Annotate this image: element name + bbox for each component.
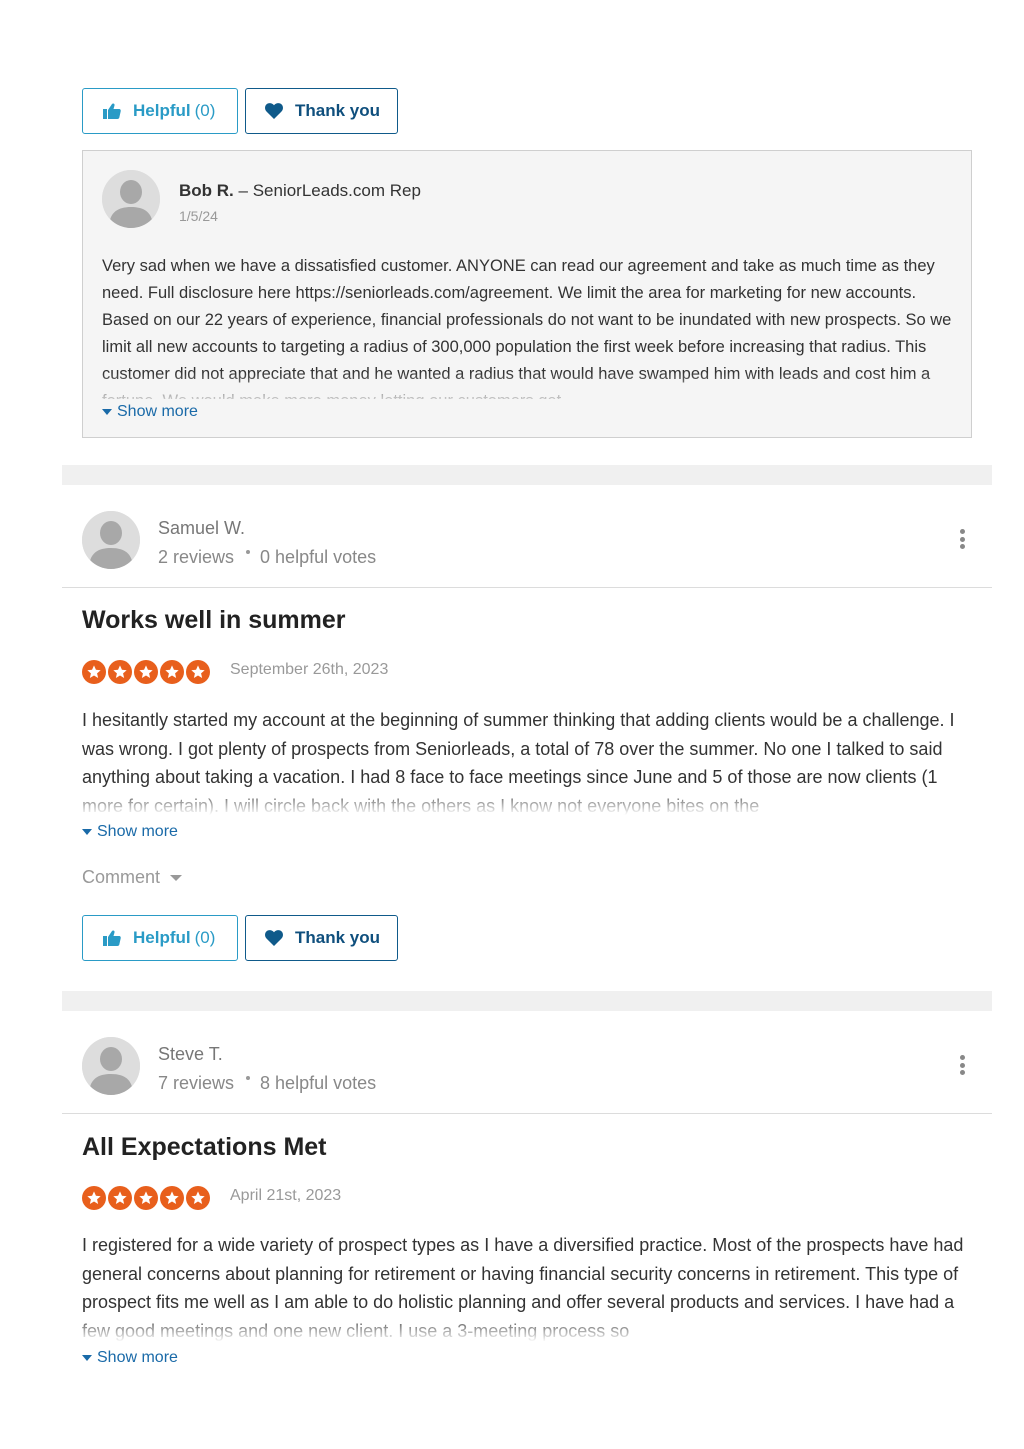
review-header: Steve T. 7 reviews 8 helpful votes [62, 1011, 992, 1114]
comment-label: Comment [82, 867, 161, 887]
review-title: All Expectations Met [82, 1133, 327, 1161]
reply-body-text: Very sad when we have a dissatisfied cus… [102, 257, 952, 399]
star-icon [82, 1186, 106, 1210]
thank-you-button[interactable]: Thank you [245, 915, 398, 961]
reply-author: Bob R. – SeniorLeads.com Rep [179, 181, 421, 201]
review-separator [62, 991, 992, 1011]
star-rating [82, 1186, 210, 1210]
helpful-button[interactable]: Helpful (0) [82, 88, 238, 134]
star-icon [186, 660, 210, 684]
star-icon [108, 660, 132, 684]
helpful-votes: 8 helpful votes [260, 1073, 377, 1093]
star-rating [82, 660, 210, 684]
star-icon [108, 1186, 132, 1210]
reply-body: Very sad when we have a dissatisfied cus… [102, 253, 960, 399]
helpful-votes: 0 helpful votes [260, 547, 377, 567]
review-date: September 26th, 2023 [230, 661, 389, 678]
review-date: April 21st, 2023 [230, 1187, 342, 1204]
thank-you-label: Thank you [295, 101, 381, 120]
review-body-text: I hesitantly started my account at the b… [82, 710, 955, 816]
reply-author-name: Bob R. [179, 181, 234, 200]
reviewer-stats: 2 reviews 0 helpful votes [158, 547, 376, 568]
helpful-count: (0) [194, 928, 216, 947]
show-more-link[interactable]: Show more [82, 823, 178, 841]
review-title: Works well in summer [82, 606, 346, 634]
reply-date: 1/5/24 [179, 208, 218, 224]
review-body: I registered for a wide variety of prosp… [82, 1231, 974, 1343]
star-icon [160, 1186, 184, 1210]
heart-icon [265, 103, 283, 119]
star-icon [186, 1186, 210, 1210]
review-body: I hesitantly started my account at the b… [82, 706, 974, 816]
separator-dot [246, 1075, 251, 1080]
show-more-link[interactable]: Show more [82, 1349, 178, 1367]
show-more-label: Show more [97, 1349, 178, 1366]
show-more-label: Show more [97, 823, 178, 840]
review-count: 2 reviews [158, 547, 235, 567]
show-more-label: Show more [117, 403, 198, 420]
reviewer-name[interactable]: Steve T. [158, 1044, 223, 1065]
user-silhouette-icon [82, 1037, 140, 1095]
separator-dot [246, 549, 251, 554]
reply-author-role: – SeniorLeads.com Rep [238, 181, 421, 200]
helpful-label: Helpful [133, 928, 191, 947]
thumbs-up-icon [103, 103, 121, 119]
reviewer-name[interactable]: Samuel W. [158, 518, 245, 539]
avatar [102, 170, 160, 228]
caret-down-icon [82, 1355, 92, 1361]
review-actions: Helpful (0) Thank you [82, 915, 398, 961]
caret-down-icon [170, 874, 183, 881]
star-icon [82, 660, 106, 684]
comment-toggle[interactable]: Comment [82, 867, 183, 888]
helpful-count: (0) [194, 101, 216, 120]
heart-icon [265, 930, 283, 946]
reviewer-stats: 7 reviews 8 helpful votes [158, 1073, 376, 1094]
caret-down-icon [102, 409, 112, 415]
review-actions: Helpful (0) Thank you [82, 88, 398, 134]
avatar [82, 1037, 140, 1095]
thumbs-up-icon [103, 930, 121, 946]
user-silhouette-icon [102, 170, 160, 228]
avatar [82, 511, 140, 569]
star-icon [134, 660, 158, 684]
user-silhouette-icon [82, 511, 140, 569]
thank-you-button[interactable]: Thank you [245, 88, 398, 134]
thank-you-label: Thank you [295, 928, 381, 947]
review-header: Samuel W. 2 reviews 0 helpful votes [62, 485, 992, 588]
star-icon [160, 660, 184, 684]
more-options-icon[interactable] [960, 1055, 966, 1078]
review-count: 7 reviews [158, 1073, 235, 1093]
caret-down-icon [82, 829, 92, 835]
review-separator [62, 465, 992, 485]
helpful-label: Helpful [133, 101, 191, 120]
rep-reply: Bob R. – SeniorLeads.com Rep 1/5/24 Very… [82, 150, 972, 438]
helpful-button[interactable]: Helpful (0) [82, 915, 238, 961]
star-icon [134, 1186, 158, 1210]
review-body-text: I registered for a wide variety of prosp… [82, 1235, 964, 1341]
more-options-icon[interactable] [960, 529, 966, 552]
show-more-link[interactable]: Show more [102, 403, 198, 421]
